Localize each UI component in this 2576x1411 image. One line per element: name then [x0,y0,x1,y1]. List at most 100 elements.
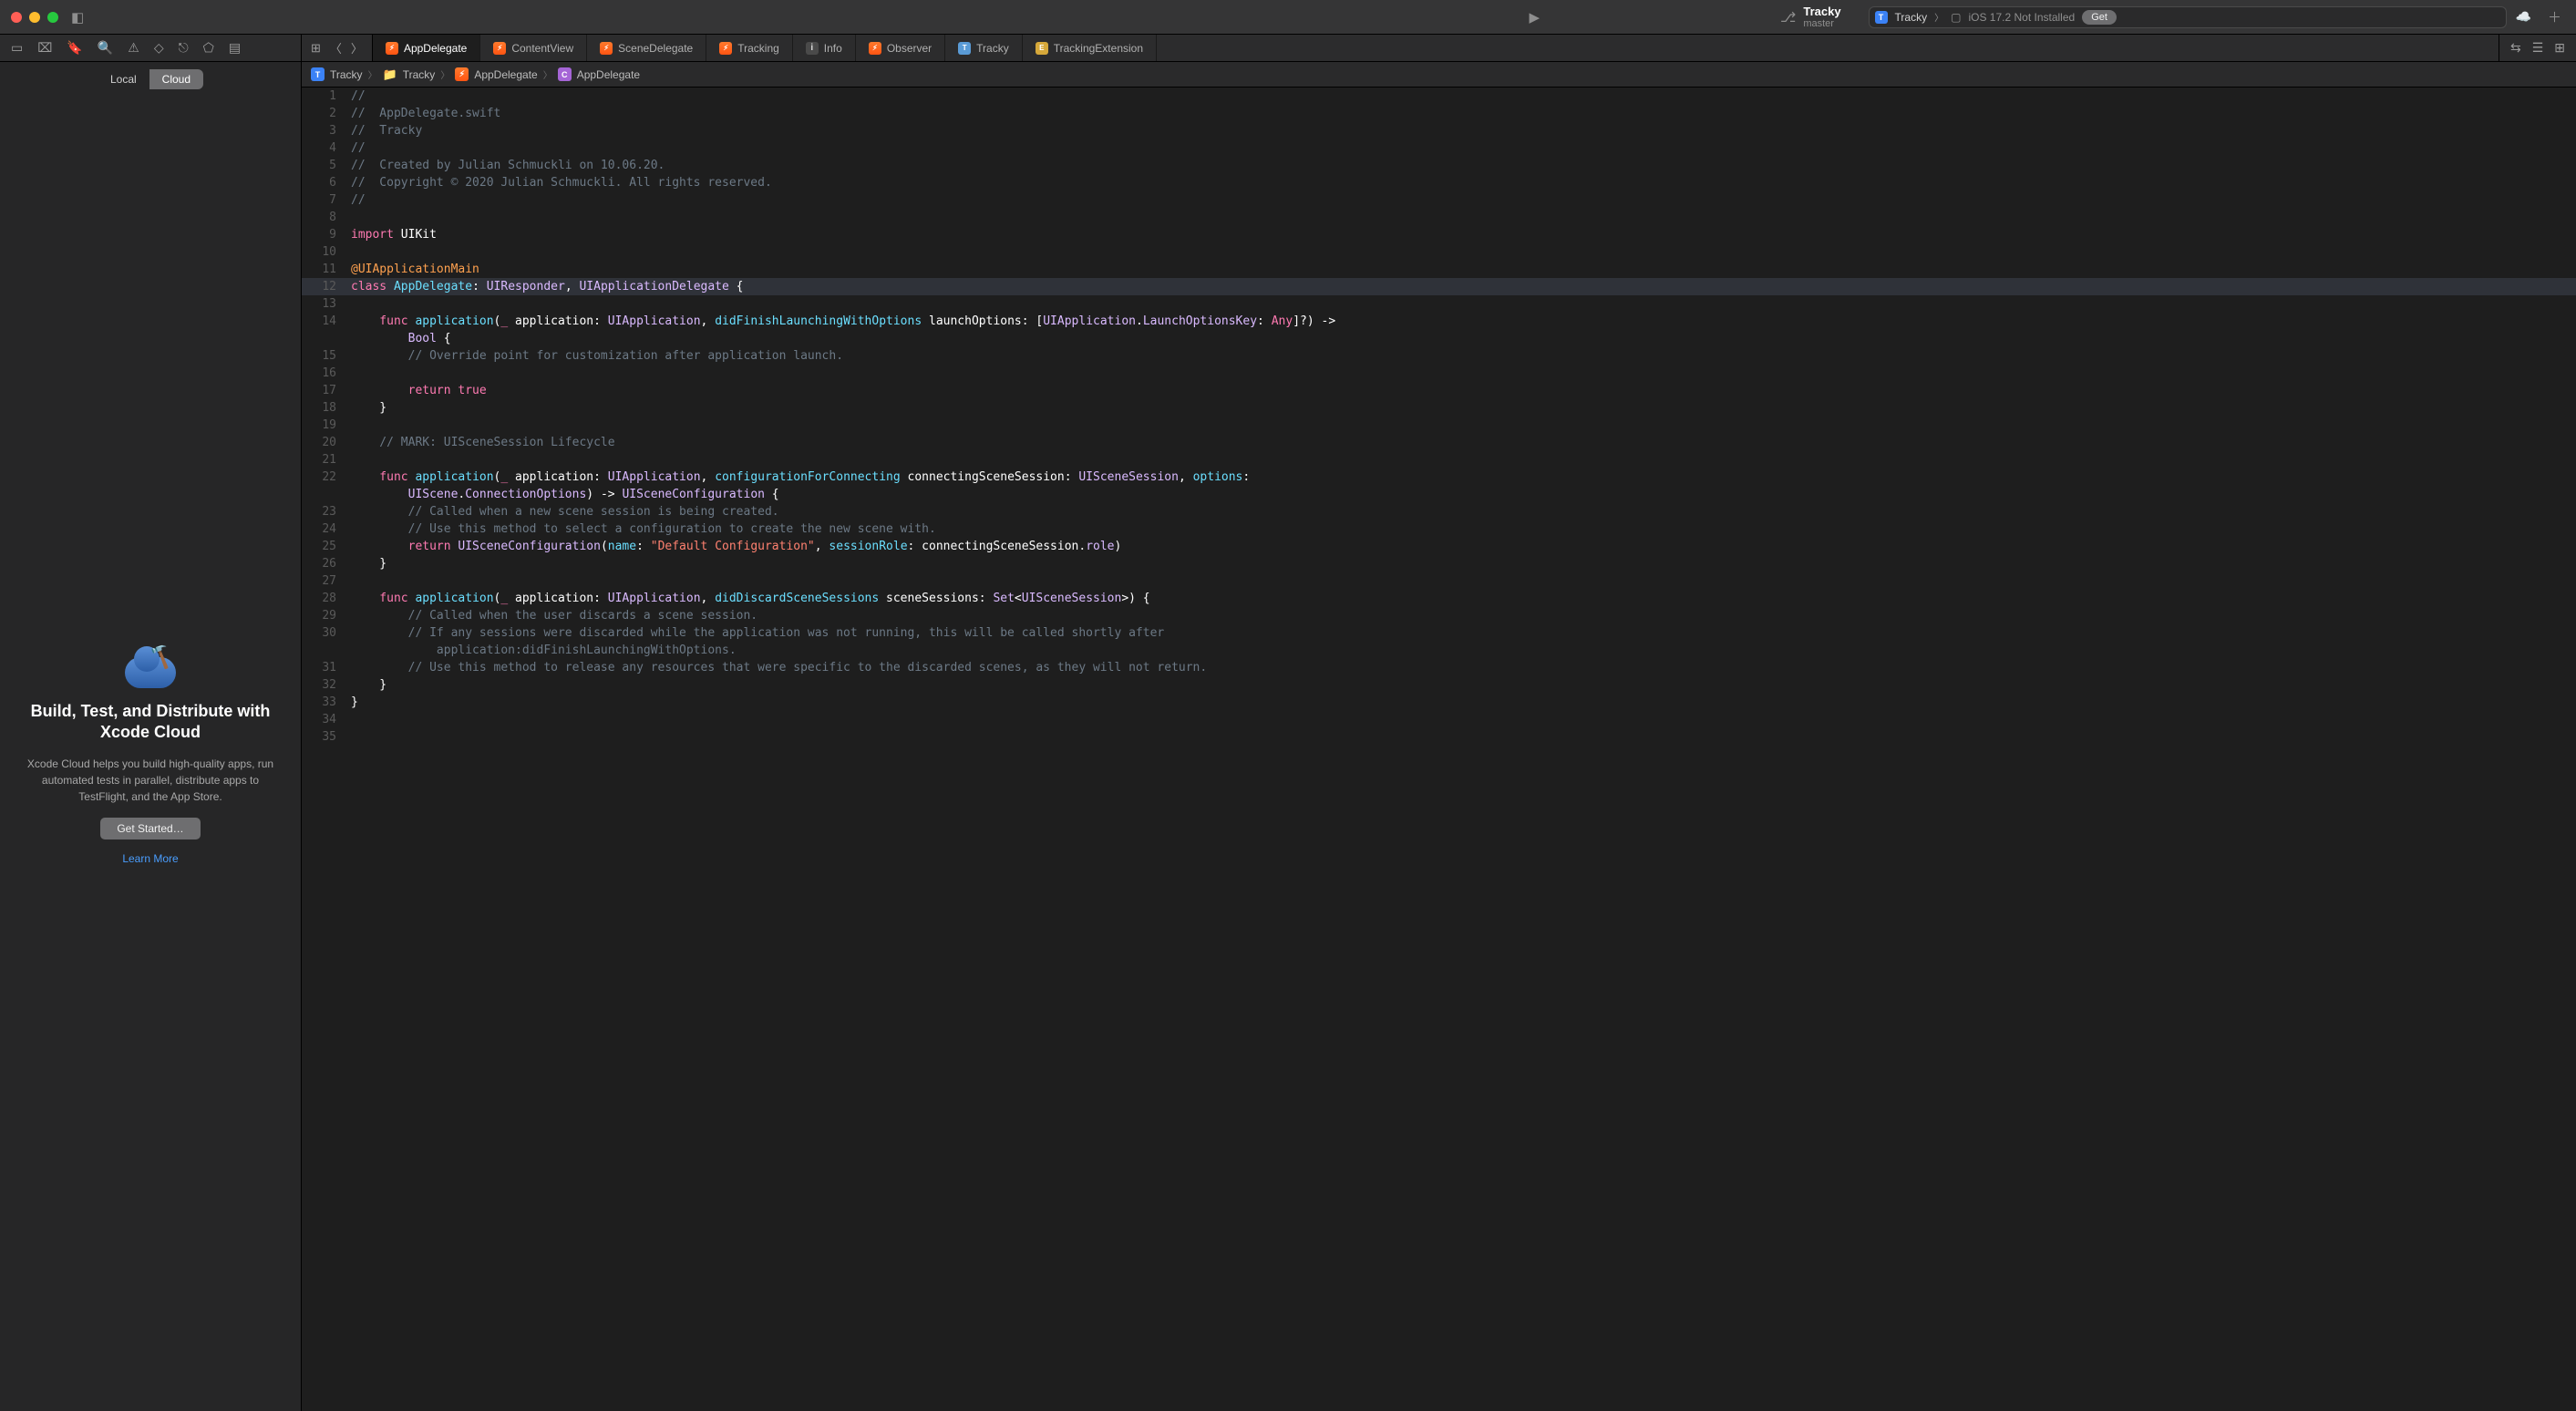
breadcrumb[interactable]: TTracky〉📁Tracky〉⚡︎AppDelegate〉CAppDelega… [302,62,2576,88]
segment-cloud[interactable]: Cloud [149,69,203,89]
sidebar-toggle-icon[interactable]: ◧ [67,9,88,26]
editor-tabs: ⚡︎AppDelegate⚡︎ContentView⚡︎SceneDelegat… [373,35,2499,61]
line-number: 9 [302,226,347,243]
tab-tracky[interactable]: TTracky [945,35,1023,61]
test-icon[interactable]: ◇ [154,40,164,56]
tab-tracking[interactable]: ⚡︎Tracking [706,35,793,61]
code-line[interactable]: application:didFinishLaunchingWithOption… [302,642,2576,659]
code-content: import UIKit [347,226,437,243]
get-started-button[interactable]: Get Started… [100,818,200,839]
code-content: // [347,139,366,157]
navigator-selector: ▭ ⌧ 🔖 🔍 ⚠ ◇ ⎋ ⬠ ▤ [0,35,302,61]
x-square-icon[interactable]: ⌧ [37,40,52,56]
line-number: 11 [302,261,347,278]
tab-info[interactable]: iInfo [793,35,856,61]
code-line[interactable]: 30 // If any sessions were discarded whi… [302,624,2576,642]
code-line[interactable]: 7// [302,191,2576,209]
code-line[interactable]: 16 [302,365,2576,382]
branch-icon: ⎇ [1780,9,1796,26]
cloud-status-icon[interactable]: ☁️ [2516,9,2531,25]
code-line[interactable]: 33} [302,694,2576,711]
code-line[interactable]: Bool { [302,330,2576,347]
line-number: 32 [302,676,347,694]
line-number [302,330,347,347]
tab-contentview[interactable]: ⚡︎ContentView [480,35,587,61]
code-content: // Use this method to select a configura… [347,520,936,538]
code-line[interactable]: 8 [302,209,2576,226]
search-icon[interactable]: 🔍 [98,40,113,56]
code-line[interactable]: 3// Tracky [302,122,2576,139]
code-line[interactable]: 27 [302,572,2576,590]
add-editor-icon[interactable]: ⊞ [2554,40,2565,56]
bookmark-icon[interactable]: 🔖 [67,40,82,56]
code-line[interactable]: 31 // Use this method to release any res… [302,659,2576,676]
chevron-right-icon: 〉 [1934,10,1943,24]
breadcrumb-item[interactable]: Tracky [330,68,363,81]
code-line[interactable]: 34 [302,711,2576,728]
code-line[interactable]: 23 // Called when a new scene session is… [302,503,2576,520]
minimize-window-button[interactable] [29,12,40,23]
folder-icon[interactable]: ▭ [11,40,23,56]
related-items-icon[interactable]: ⊞ [311,41,321,56]
tab-scenedelegate[interactable]: ⚡︎SceneDelegate [587,35,706,61]
tab-appdelegate[interactable]: ⚡︎AppDelegate [373,35,480,61]
code-line[interactable]: 19 [302,417,2576,434]
breadcrumb-item[interactable]: AppDelegate [577,68,640,81]
code-line[interactable]: 1// [302,88,2576,105]
breadcrumb-item[interactable]: Tracky [403,68,436,81]
cloud-promo: 🔨 Build, Test, and Distribute with Xcode… [0,97,301,1411]
line-number: 1 [302,88,347,105]
code-line[interactable]: 6// Copyright © 2020 Julian Schmuckli. A… [302,174,2576,191]
code-line[interactable]: UIScene.ConnectionOptions) -> UISceneCon… [302,486,2576,503]
code-content: // MARK: UISceneSession Lifecycle [347,434,615,451]
assistant-icon[interactable]: ⇆ [2510,40,2521,56]
code-line[interactable]: 26 } [302,555,2576,572]
code-line[interactable]: 32 } [302,676,2576,694]
learn-more-link[interactable]: Learn More [122,852,178,865]
play-icon[interactable]: ▶ [1526,9,1544,26]
code-line[interactable]: 10 [302,243,2576,261]
app-icon: T [311,67,325,81]
scheme-status-bar[interactable]: T Tracky 〉 ▢ iOS 17.2 Not Installed Get [1869,6,2507,28]
zoom-window-button[interactable] [47,12,58,23]
breadcrumb-item[interactable]: AppDelegate [474,68,537,81]
editor-nav: ⊞ 〈 〉 [302,35,373,61]
code-line[interactable]: 15 // Override point for customization a… [302,347,2576,365]
code-line[interactable]: 14 func application(_ application: UIApp… [302,313,2576,330]
add-icon[interactable]: ＋ [2544,7,2565,26]
code-line[interactable]: 13 [302,295,2576,313]
forward-icon[interactable]: 〉 [351,39,363,57]
code-line[interactable]: 18 } [302,399,2576,417]
code-line[interactable]: 17 return true [302,382,2576,399]
editor-options-icon[interactable]: ☰ [2532,40,2544,56]
code-line[interactable]: 29 // Called when the user discards a sc… [302,607,2576,624]
code-line[interactable]: 35 [302,728,2576,746]
code-line[interactable]: 20 // MARK: UISceneSession Lifecycle [302,434,2576,451]
code-line[interactable]: 5// Created by Julian Schmuckli on 10.06… [302,157,2576,174]
segment-local[interactable]: Local [98,69,149,89]
report-icon[interactable]: ▤ [229,40,241,56]
get-button[interactable]: Get [2082,10,2117,25]
tab-trackingextension[interactable]: ETrackingExtension [1023,35,1157,61]
close-window-button[interactable] [11,12,22,23]
warning-icon[interactable]: ⚠ [128,40,139,56]
code-line[interactable]: 21 [302,451,2576,469]
code-content: // [347,191,366,209]
code-line[interactable]: 2// AppDelegate.swift [302,105,2576,122]
code-editor[interactable]: 1//2// AppDelegate.swift3// Tracky4//5//… [302,88,2576,1411]
code-line[interactable]: 11@UIApplicationMain [302,261,2576,278]
tab-observer[interactable]: ⚡︎Observer [856,35,945,61]
code-content: UIScene.ConnectionOptions) -> UISceneCon… [347,486,779,503]
code-line[interactable]: 24 // Use this method to select a config… [302,520,2576,538]
code-line[interactable]: 25 return UISceneConfiguration(name: "De… [302,538,2576,555]
code-line[interactable]: 28 func application(_ application: UIApp… [302,590,2576,607]
debug-icon[interactable]: ⎋ [179,40,189,56]
code-line[interactable]: 4// [302,139,2576,157]
code-line[interactable]: 9import UIKit [302,226,2576,243]
code-line[interactable]: 12class AppDelegate: UIResponder, UIAppl… [302,278,2576,295]
code-line[interactable]: 22 func application(_ application: UIApp… [302,469,2576,486]
tab-label: Tracking [737,42,779,55]
back-icon[interactable]: 〈 [330,39,342,57]
code-content: func application(_ application: UIApplic… [347,313,1343,330]
breakpoint-icon[interactable]: ⬠ [203,40,214,56]
